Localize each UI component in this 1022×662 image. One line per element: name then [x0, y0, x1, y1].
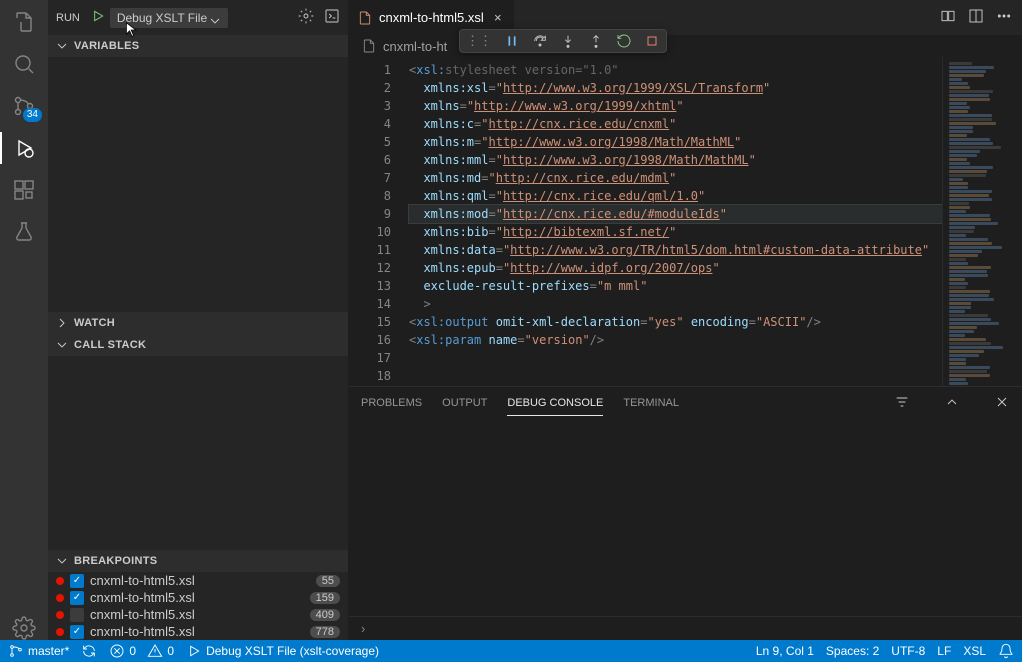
extensions-icon[interactable]	[12, 178, 36, 202]
status-indent[interactable]: Spaces: 2	[826, 644, 879, 658]
panel-tabs: PROBLEMS OUTPUT DEBUG CONSOLE TERMINAL	[349, 387, 1022, 419]
breakpoint-dot-icon	[56, 577, 64, 585]
breakpoint-file: cnxml-to-html5.xsl	[90, 590, 304, 605]
start-debug-icon[interactable]	[90, 8, 106, 27]
status-sync[interactable]	[81, 643, 97, 659]
editor-group: cnxml-to-html5.xsl × cnxml-to-ht ⋮⋮	[349, 0, 1022, 640]
status-feedback-icon[interactable]	[998, 643, 1014, 659]
breakpoint-item[interactable]: ✓ cnxml-to-html5.xsl 159	[48, 589, 348, 606]
run-sidebar: RUN Debug XSLT File VARIABLES WATCH CALL…	[48, 0, 349, 640]
status-encoding[interactable]: UTF-8	[891, 644, 925, 658]
code-lines[interactable]: <xsl:stylesheet version="1.0" xmlns:xsl=…	[405, 57, 942, 386]
status-branch[interactable]: master*	[8, 643, 69, 659]
breakpoint-item[interactable]: ✓ cnxml-to-html5.xsl 778	[48, 623, 348, 640]
drag-handle-icon[interactable]: ⋮⋮	[466, 33, 492, 49]
debug-settings-icon[interactable]	[298, 8, 314, 27]
breadcrumb[interactable]: cnxml-to-ht ⋮⋮	[349, 35, 1022, 57]
breakpoint-checkbox[interactable]: ✓	[70, 574, 84, 588]
status-debug-target[interactable]: Debug XSLT File (xslt-coverage)	[186, 643, 379, 659]
editor-tabs: cnxml-to-html5.xsl ×	[349, 0, 1022, 35]
settings-gear-icon[interactable]	[12, 616, 36, 640]
line-gutter: 12345678910111213141516171819	[349, 57, 405, 386]
breakpoint-checkbox[interactable]: ✓	[70, 591, 84, 605]
split-editor-icon[interactable]	[968, 8, 984, 27]
chevron-down-icon	[54, 38, 70, 54]
file-icon	[357, 10, 373, 26]
breakpoint-file: cnxml-to-html5.xsl	[90, 607, 304, 622]
tab-output[interactable]: OUTPUT	[442, 391, 487, 415]
chevron-down-icon	[207, 13, 223, 32]
step-into-icon[interactable]	[560, 33, 576, 49]
breakpoint-line: 409	[310, 609, 340, 621]
breakpoint-line: 55	[316, 575, 340, 587]
tab-problems[interactable]: PROBLEMS	[361, 391, 422, 415]
explorer-icon[interactable]	[12, 10, 36, 34]
source-control-icon[interactable]: 34	[12, 94, 36, 118]
breakpoints-section-header[interactable]: BREAKPOINTS	[48, 550, 348, 572]
step-over-icon[interactable]	[532, 33, 548, 49]
debug-console-toggle-icon[interactable]	[324, 8, 340, 27]
restart-icon[interactable]	[616, 33, 632, 49]
compare-icon[interactable]	[940, 8, 956, 27]
chevron-down-icon	[54, 337, 70, 353]
status-bar: master* 0 0 Debug XSLT File (xslt-covera…	[0, 640, 1022, 662]
breakpoint-item[interactable]: cnxml-to-html5.xsl 409	[48, 606, 348, 623]
chevron-down-icon	[54, 553, 70, 569]
status-eol[interactable]: LF	[937, 644, 951, 658]
status-language[interactable]: XSL	[963, 644, 986, 658]
run-sidebar-header: RUN Debug XSLT File	[48, 0, 348, 35]
breakpoint-file: cnxml-to-html5.xsl	[90, 624, 304, 639]
debug-toolbar[interactable]: ⋮⋮	[459, 29, 667, 53]
breakpoint-item[interactable]: ✓ cnxml-to-html5.xsl 55	[48, 572, 348, 589]
chevron-right-icon	[54, 315, 70, 331]
status-errors[interactable]: 0 0	[109, 643, 174, 659]
filter-icon[interactable]	[894, 394, 910, 413]
bottom-panel: PROBLEMS OUTPUT DEBUG CONSOLE TERMINAL ›	[349, 386, 1022, 640]
close-icon[interactable]: ×	[490, 10, 506, 25]
breakpoint-file: cnxml-to-html5.xsl	[90, 573, 310, 588]
debug-console-input[interactable]: ›	[349, 616, 1022, 640]
callstack-body	[48, 356, 348, 550]
breakpoint-checkbox[interactable]: ✓	[70, 625, 84, 639]
code-editor[interactable]: 12345678910111213141516171819 <xsl:style…	[349, 57, 1022, 386]
breakpoint-line: 778	[310, 626, 340, 638]
run-debug-icon[interactable]	[12, 136, 36, 160]
debug-console-body[interactable]	[349, 419, 1022, 616]
tab-label: cnxml-to-html5.xsl	[379, 10, 484, 25]
breakpoint-dot-icon	[56, 611, 64, 619]
breakpoint-checkbox[interactable]	[70, 608, 84, 622]
activity-bar: 34	[0, 0, 48, 640]
callstack-section-header[interactable]: CALL STACK	[48, 334, 348, 356]
more-actions-icon[interactable]	[996, 8, 1012, 27]
file-icon	[361, 38, 377, 54]
collapse-panel-icon[interactable]	[944, 394, 960, 413]
breakpoints-list: ✓cnxml-to-html5.xsl55✓cnxml-to-html5.xsl…	[48, 572, 348, 640]
launch-config-dropdown[interactable]: Debug XSLT File	[110, 8, 228, 28]
stop-icon[interactable]	[644, 33, 660, 49]
testing-icon[interactable]	[12, 220, 36, 244]
close-panel-icon[interactable]	[994, 394, 1010, 413]
variables-body	[48, 57, 348, 312]
status-cursor-pos[interactable]: Ln 9, Col 1	[756, 644, 814, 658]
breakpoint-dot-icon	[56, 594, 64, 602]
variables-section-header[interactable]: VARIABLES	[48, 35, 348, 57]
search-icon[interactable]	[12, 52, 36, 76]
tab-terminal[interactable]: TERMINAL	[623, 391, 679, 415]
watch-section-header[interactable]: WATCH	[48, 312, 348, 334]
run-label: RUN	[56, 12, 80, 24]
minimap[interactable]	[942, 57, 1022, 386]
scm-badge: 34	[23, 108, 42, 122]
breadcrumb-label: cnxml-to-ht	[383, 39, 447, 54]
breakpoint-line: 159	[310, 592, 340, 604]
step-out-icon[interactable]	[588, 33, 604, 49]
pause-icon[interactable]	[504, 33, 520, 49]
breakpoint-dot-icon	[56, 628, 64, 636]
tab-debug-console[interactable]: DEBUG CONSOLE	[507, 391, 603, 416]
